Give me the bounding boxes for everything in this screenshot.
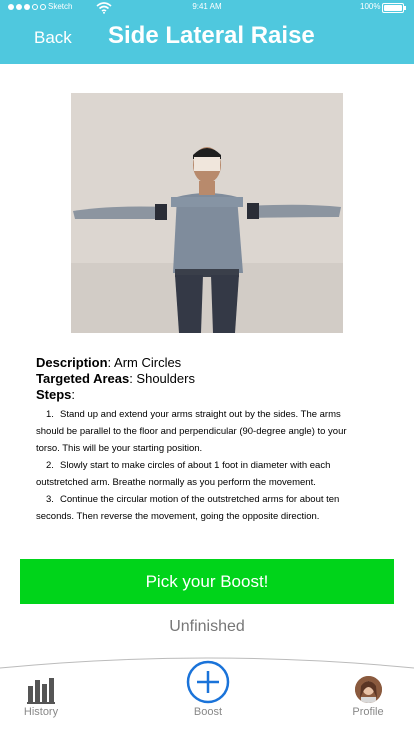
description-label: Description bbox=[36, 355, 108, 370]
step-line: 3. Continue the circular motion of the ou… bbox=[46, 494, 340, 505]
description-value: : Arm Circles bbox=[107, 355, 182, 370]
bar-chart-icon bbox=[27, 678, 55, 704]
steps-label: Steps bbox=[36, 387, 72, 402]
targeted-areas-line: Targeted Areas: Shoulders bbox=[36, 371, 378, 387]
targeted-areas-value: : Shoulders bbox=[129, 371, 195, 386]
steps-suffix: : bbox=[71, 387, 76, 402]
description-line: Description: Arm Circles bbox=[36, 355, 378, 371]
battery-percentage: 100% bbox=[360, 2, 381, 11]
status-time: 9:41 AM bbox=[192, 2, 222, 11]
avatar bbox=[354, 676, 382, 703]
exercise-details: Description: Arm Circles Targeted Areas:… bbox=[36, 355, 378, 525]
step-line: torso. This will be your starting positi… bbox=[36, 443, 203, 454]
tab-history-label: History bbox=[23, 706, 59, 718]
tab-history[interactable]: History bbox=[20, 676, 62, 718]
step-line: 2. Slowly start to make circles of about … bbox=[46, 460, 331, 471]
targeted-areas-label: Targeted Areas bbox=[36, 371, 130, 386]
tab-profile-label: Profile bbox=[352, 706, 384, 718]
steps-heading: Steps: bbox=[36, 387, 378, 403]
nav-header: Sketch 9:41 AM 100% Back Side Lateral Ra… bbox=[0, 0, 414, 64]
pick-boost-button[interactable]: Pick your Boost! bbox=[20, 559, 394, 604]
page-title: Side Lateral Raise bbox=[108, 22, 315, 49]
exercise-illustration bbox=[71, 93, 343, 333]
tab-profile[interactable]: Profile bbox=[348, 676, 388, 718]
step-line: 1. Stand up and extend your arms straight… bbox=[46, 409, 341, 420]
step-line: outstretched arm. Breathe normally as yo… bbox=[36, 477, 316, 488]
exercise-photo bbox=[71, 93, 343, 333]
step-line: should be parallel to the floor and perp… bbox=[36, 426, 347, 437]
back-button[interactable]: Back bbox=[34, 28, 72, 48]
completion-status: Unfinished bbox=[169, 618, 245, 635]
status-bar: Sketch 9:41 AM 100% bbox=[0, 0, 414, 16]
tab-boost-label: Boost bbox=[193, 706, 223, 718]
plus-circle-icon bbox=[186, 660, 230, 704]
step-line: seconds. Then reverse the movement, goin… bbox=[36, 511, 320, 522]
battery-icon bbox=[382, 3, 406, 13]
steps-list: 1. Stand up and extend your arms straight… bbox=[36, 406, 378, 525]
tab-boost[interactable]: Boost bbox=[180, 660, 236, 718]
